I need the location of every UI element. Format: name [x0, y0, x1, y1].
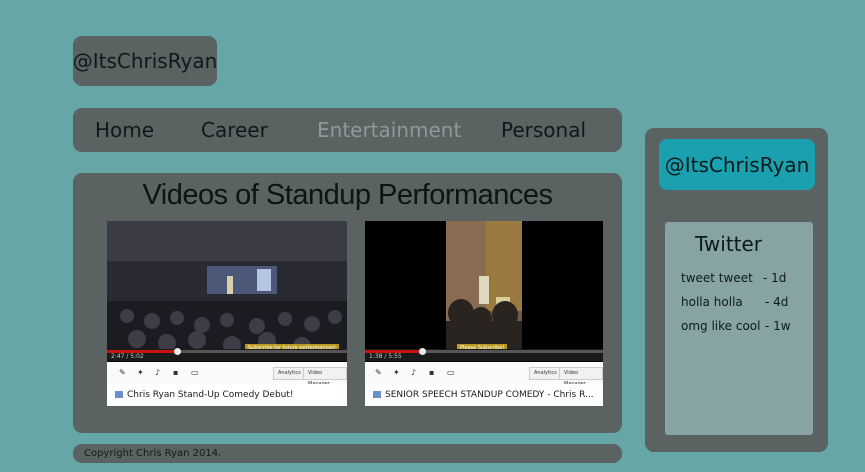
video-title-1[interactable]: Chris Ryan Stand-Up Comedy Debut!: [127, 390, 294, 400]
twitter-feed: Twitter tweet tweet - 1d holla holla - 4…: [665, 222, 813, 435]
captions-icon[interactable]: ▭: [191, 368, 199, 377]
site-handle-logo[interactable]: @ItsChrisRyan: [73, 36, 217, 86]
nav-item-home[interactable]: Home: [95, 118, 154, 142]
copyright-text: Copyright Chris Ryan 2014.: [84, 448, 222, 459]
annotations-icon[interactable]: ▪: [173, 368, 178, 377]
video-manager-button-1[interactable]: Video Manager: [303, 367, 347, 387]
video-icon: [373, 391, 381, 398]
video-toolbar-2: ✎ ✦ ♪ ▪ ▭ Analytics Video Manager: [365, 362, 603, 387]
tweet-age: - 4d: [765, 295, 789, 309]
tweet-item[interactable]: omg like cool - 1w: [681, 319, 791, 333]
enhance-icon[interactable]: ✦: [393, 368, 400, 377]
tweet-text: omg like cool: [681, 319, 761, 333]
video-controls-2[interactable]: 1:38 / 5:55: [365, 348, 603, 361]
captions-icon[interactable]: ▭: [447, 368, 455, 377]
video-thumbnail-2[interactable]: [365, 221, 603, 361]
video-icon: [115, 391, 123, 398]
tweet-item[interactable]: tweet tweet - 1d: [681, 271, 786, 285]
video-caption-2[interactable]: SENIOR SPEECH STANDUP COMEDY - Chris R..…: [365, 384, 603, 406]
video-time-1: 2:47 / 5:02: [111, 353, 144, 360]
sidebar: @ItsChrisRyan Twitter tweet tweet - 1d h…: [645, 128, 828, 452]
twitter-handle-text: @ItsChrisRyan: [664, 152, 810, 177]
video-caption-1[interactable]: Chris Ryan Stand-Up Comedy Debut!: [107, 384, 347, 406]
analytics-button-2[interactable]: Analytics: [529, 367, 562, 380]
nav-item-entertainment[interactable]: Entertainment: [317, 118, 461, 142]
tweet-age: - 1w: [765, 319, 791, 333]
enhance-icon[interactable]: ✦: [137, 368, 144, 377]
video-manager-button-2[interactable]: Video Manager: [559, 367, 603, 387]
video-player-1[interactable]: Subscribe for future performances! 2:47 …: [107, 221, 347, 406]
video-controls-1[interactable]: 2:47 / 5:02: [107, 348, 347, 361]
video-player-2[interactable]: Please Subscribe! 1:38 / 5:55 ✎ ✦ ♪ ▪ ▭ …: [365, 221, 603, 406]
video-title-2[interactable]: SENIOR SPEECH STANDUP COMEDY - Chris R..…: [385, 390, 594, 400]
tweet-text: holla holla: [681, 295, 743, 309]
video-time-2: 1:38 / 5:55: [369, 353, 402, 360]
annotations-icon[interactable]: ▪: [429, 368, 434, 377]
analytics-button-1[interactable]: Analytics: [273, 367, 306, 380]
site-handle-text: @ItsChrisRyan: [72, 49, 218, 73]
twitter-handle-button[interactable]: @ItsChrisRyan: [659, 139, 815, 190]
main-content: Videos of Standup Performances Subscribe…: [73, 173, 622, 433]
audio-icon[interactable]: ♪: [155, 368, 160, 377]
edit-icon[interactable]: ✎: [375, 368, 382, 377]
tweet-text: tweet tweet: [681, 271, 753, 285]
video-thumbnail-1[interactable]: [107, 221, 347, 361]
video-toolbar-1: ✎ ✦ ♪ ▪ ▭ Analytics Video Manager: [107, 362, 347, 387]
edit-icon[interactable]: ✎: [119, 368, 126, 377]
main-nav: Home Career Entertainment Personal: [73, 108, 622, 152]
footer: Copyright Chris Ryan 2014.: [73, 444, 622, 463]
audio-icon[interactable]: ♪: [411, 368, 416, 377]
nav-item-career[interactable]: Career: [201, 118, 268, 142]
tweet-age: - 1d: [763, 271, 787, 285]
nav-item-personal[interactable]: Personal: [501, 118, 586, 142]
page-title: Videos of Standup Performances: [142, 179, 553, 211]
twitter-feed-title: Twitter: [695, 232, 763, 256]
tweet-item[interactable]: holla holla - 4d: [681, 295, 788, 309]
